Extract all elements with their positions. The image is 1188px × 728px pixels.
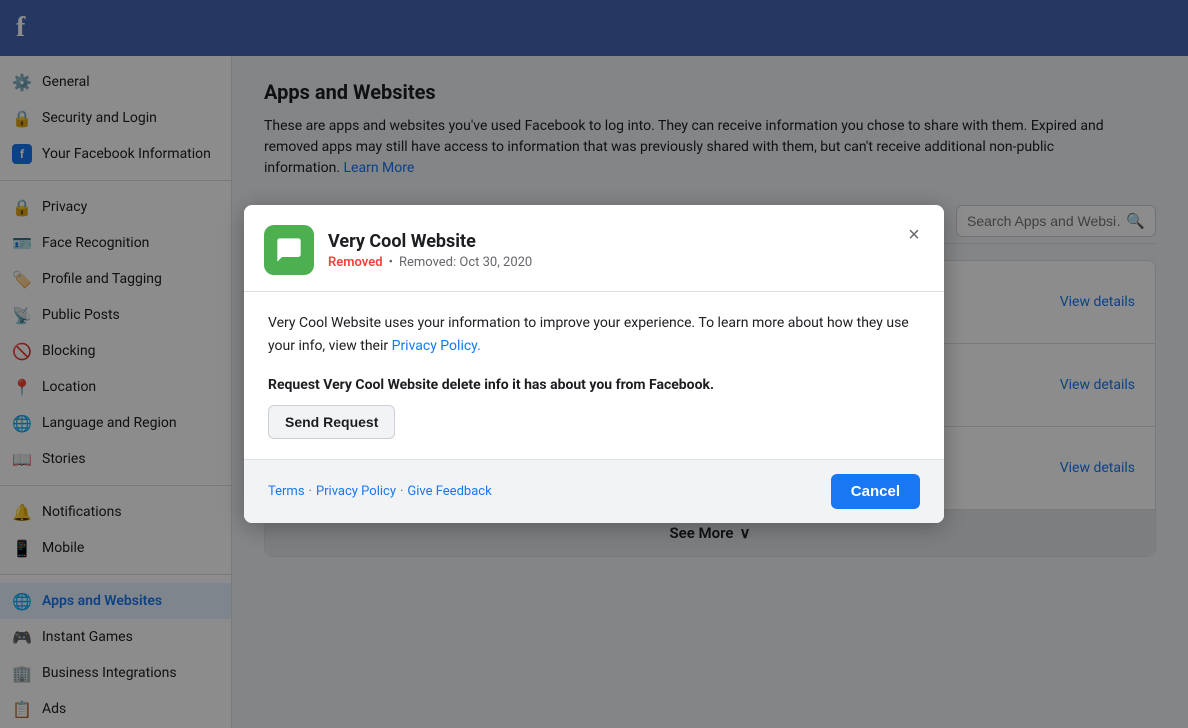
- modal-description: Very Cool Website uses your information …: [268, 312, 920, 357]
- give-feedback-link[interactable]: Give Feedback: [407, 484, 491, 499]
- modal-overlay: Very Cool Website Removed • Removed: Oct…: [0, 0, 1188, 728]
- cancel-button[interactable]: Cancel: [831, 474, 920, 509]
- modal-status-date: Removed: Oct 30, 2020: [399, 255, 532, 270]
- modal-close-button[interactable]: ×: [900, 221, 928, 249]
- modal-body: Very Cool Website uses your information …: [244, 292, 944, 459]
- modal-app-icon: [264, 225, 314, 275]
- modal-title-group: Very Cool Website Removed • Removed: Oct…: [328, 231, 924, 270]
- modal-delete-request: Request Very Cool Website delete info it…: [268, 377, 920, 393]
- modal-footer: Terms · Privacy Policy · Give Feedback C…: [244, 459, 944, 523]
- separator-2: ·: [400, 484, 403, 499]
- modal-status-removed: Removed: [328, 255, 383, 270]
- modal-app-name: Very Cool Website: [328, 231, 924, 252]
- send-request-button[interactable]: Send Request: [268, 405, 395, 439]
- footer-privacy-policy-link[interactable]: Privacy Policy: [316, 484, 396, 499]
- modal-footer-links: Terms · Privacy Policy · Give Feedback: [268, 484, 492, 499]
- modal-header: Very Cool Website Removed • Removed: Oct…: [244, 205, 944, 292]
- modal-status-line: Removed • Removed: Oct 30, 2020: [328, 255, 924, 270]
- modal-chat-bubble-icon: [275, 236, 303, 264]
- modal-status-dot: •: [389, 255, 393, 270]
- modal: Very Cool Website Removed • Removed: Oct…: [244, 205, 944, 523]
- separator-1: ·: [309, 484, 312, 499]
- terms-link[interactable]: Terms: [268, 484, 305, 499]
- modal-privacy-policy-link[interactable]: Privacy Policy.: [392, 338, 481, 354]
